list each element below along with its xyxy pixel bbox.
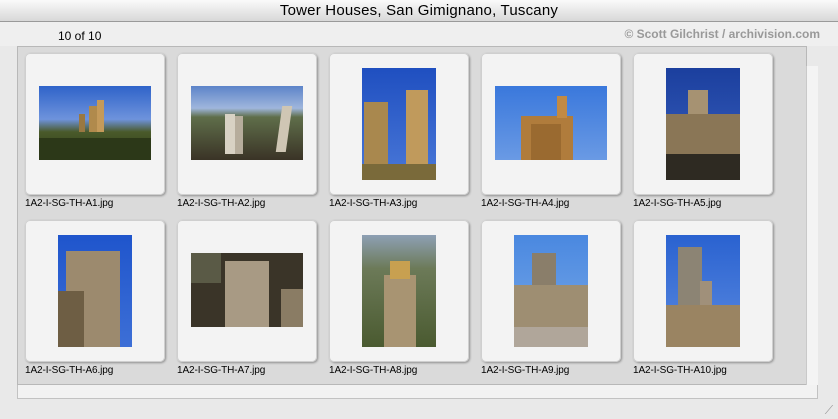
thumbnail-image[interactable]	[191, 253, 303, 327]
slide-mount[interactable]	[177, 220, 317, 362]
thumbnail-filename: 1A2-I-SG-TH-A7.jpg	[177, 365, 266, 376]
thumbnail-image[interactable]	[495, 86, 607, 160]
thumbnail-item[interactable]: 1A2-I-SG-TH-A1.jpg	[25, 53, 165, 217]
slide-mount[interactable]	[633, 53, 773, 195]
image-count: 10 of 10	[58, 29, 102, 43]
thumbnail-item[interactable]: 1A2-I-SG-TH-A5.jpg	[633, 53, 773, 217]
info-bar: 10 of 10 © Scott Gilchrist / archivision…	[0, 22, 838, 46]
slide-mount[interactable]	[25, 53, 165, 195]
thumbnail-filename: 1A2-I-SG-TH-A6.jpg	[25, 365, 114, 376]
thumbnail-filename: 1A2-I-SG-TH-A2.jpg	[177, 198, 266, 209]
thumbnail-filename: 1A2-I-SG-TH-A4.jpg	[481, 198, 570, 209]
thumbnail-item[interactable]: 1A2-I-SG-TH-A9.jpg	[481, 220, 621, 384]
slide-mount[interactable]	[633, 220, 773, 362]
thumbnail-item[interactable]: 1A2-I-SG-TH-A7.jpg	[177, 220, 317, 384]
thumbnail-item[interactable]: 1A2-I-SG-TH-A8.jpg	[329, 220, 469, 384]
slide-mount[interactable]	[177, 53, 317, 195]
thumbnail-image[interactable]	[666, 235, 740, 347]
vertical-scrollbar[interactable]	[806, 66, 818, 385]
thumbnail-item[interactable]: 1A2-I-SG-TH-A6.jpg	[25, 220, 165, 384]
thumbnail-filename: 1A2-I-SG-TH-A5.jpg	[633, 198, 722, 209]
title-bar: Tower Houses, San Gimignano, Tuscany	[0, 0, 838, 22]
thumbnail-image[interactable]	[514, 235, 588, 347]
thumbnail-item[interactable]: 1A2-I-SG-TH-A10.jpg	[633, 220, 773, 384]
thumbnail-filename: 1A2-I-SG-TH-A9.jpg	[481, 365, 570, 376]
thumbnail-item[interactable]: 1A2-I-SG-TH-A2.jpg	[177, 53, 317, 217]
thumbnail-image[interactable]	[191, 86, 303, 160]
slide-mount[interactable]	[329, 220, 469, 362]
window-title: Tower Houses, San Gimignano, Tuscany	[279, 2, 559, 19]
resize-grip-icon[interactable]: ⟋	[822, 403, 836, 417]
thumbnail-image[interactable]	[666, 68, 740, 180]
thumbnail-image[interactable]	[362, 68, 436, 180]
thumbnail-image[interactable]	[58, 235, 132, 347]
horizontal-scrollbar[interactable]	[17, 385, 818, 399]
slide-mount[interactable]	[329, 53, 469, 195]
slide-mount[interactable]	[481, 220, 621, 362]
thumbnail-filename: 1A2-I-SG-TH-A1.jpg	[25, 198, 114, 209]
copyright-notice: © Scott Gilchrist / archivision.com	[624, 27, 820, 41]
slide-mount[interactable]	[481, 53, 621, 195]
thumbnail-image[interactable]	[362, 235, 436, 347]
thumbnail-item[interactable]: 1A2-I-SG-TH-A4.jpg	[481, 53, 621, 217]
thumbnail-image[interactable]	[39, 86, 151, 160]
thumbnail-item[interactable]: 1A2-I-SG-TH-A3.jpg	[329, 53, 469, 217]
thumbnail-filename: 1A2-I-SG-TH-A10.jpg	[633, 365, 727, 376]
slide-mount[interactable]	[25, 220, 165, 362]
thumbnail-filename: 1A2-I-SG-TH-A3.jpg	[329, 198, 418, 209]
thumbnail-filename: 1A2-I-SG-TH-A8.jpg	[329, 365, 418, 376]
